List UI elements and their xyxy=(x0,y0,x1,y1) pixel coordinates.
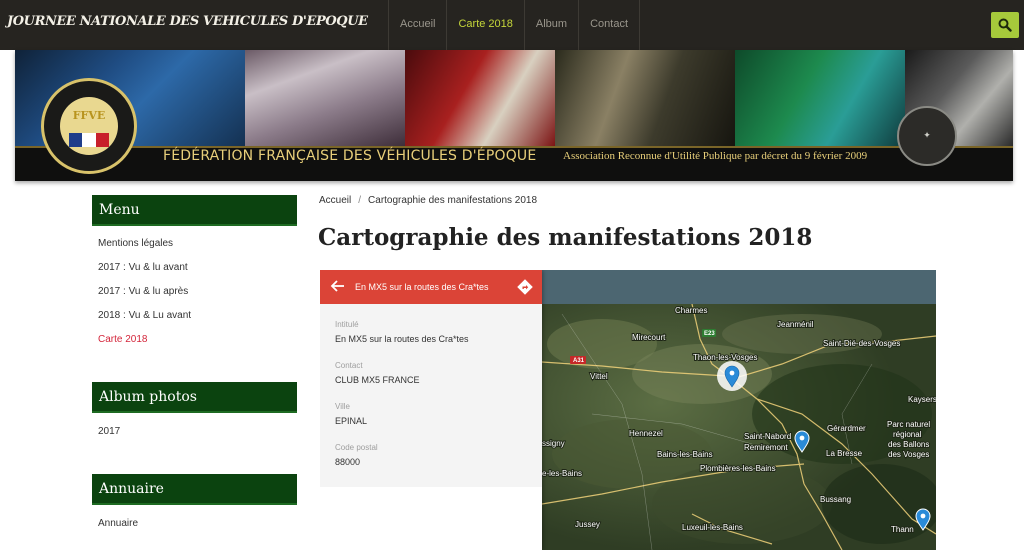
town-partial-ssigny: ssigny xyxy=(542,439,565,448)
field-label-contact: Contact xyxy=(335,361,363,370)
sidebar-item-2017-vu-lu-apres[interactable]: 2017 : Vu & lu après xyxy=(98,286,188,297)
nav-item-accueil[interactable]: Accueil xyxy=(388,0,446,50)
banner-photo-mascot xyxy=(245,50,405,146)
directions-icon[interactable] xyxy=(516,278,534,296)
town-remiremont: Remiremont xyxy=(744,443,788,452)
event-panel-title: En MX5 sur la routes des Cra*tes xyxy=(355,282,489,292)
park-label-line-2: régional xyxy=(893,430,922,439)
event-panel-body: Intitulé En MX5 sur la routes des Cra*te… xyxy=(320,304,542,487)
field-label-ville: Ville xyxy=(335,402,350,411)
main-nav: Accueil Carte 2018 Album Contact xyxy=(388,0,641,50)
field-value-code-postal: 88000 xyxy=(335,457,361,467)
site-title[interactable]: JOURNEE NATIONALE DES VEHICULES D'EPOQUE xyxy=(7,14,368,29)
page-title: Cartographie des manifestations 2018 xyxy=(318,224,813,251)
map-canvas[interactable]: Charmes Jeanménil E23 Mirecourt Saint-Di… xyxy=(542,304,936,550)
sidebar-item-album-2017[interactable]: 2017 xyxy=(98,426,120,437)
road-label-e23: E23 xyxy=(704,331,715,337)
sidebar-menu-title: Menu xyxy=(92,195,297,226)
top-navbar: JOURNEE NATIONALE DES VEHICULES D'EPOQUE… xyxy=(0,0,1024,50)
field-label-code-postal: Code postal xyxy=(335,443,378,452)
flag-icon xyxy=(69,133,109,147)
breadcrumb-current: Cartographie des manifestations 2018 xyxy=(368,195,538,206)
ffve-logo: FFVE xyxy=(41,78,137,174)
sidebar-item-carte-2018[interactable]: Carte 2018 xyxy=(98,334,147,345)
sidebar-annuaire-title: Annuaire xyxy=(92,474,297,505)
field-value-ville: EPINAL xyxy=(335,416,368,426)
town-mirecourt: Mirecourt xyxy=(632,333,666,342)
banner-photo-green-car xyxy=(735,50,905,146)
nav-item-carte-2018[interactable]: Carte 2018 xyxy=(446,0,523,50)
sidebar-item-annuaire[interactable]: Annuaire xyxy=(98,518,138,529)
logo-emblem: FFVE xyxy=(60,97,118,155)
search-icon xyxy=(998,18,1012,32)
field-value-intitule: En MX5 sur la routes des Cra*tes xyxy=(335,334,469,344)
map-marker-epinal-selected[interactable] xyxy=(717,361,747,391)
search-button[interactable] xyxy=(991,12,1019,38)
nav-item-contact[interactable]: Contact xyxy=(578,0,641,50)
park-label-line-1: Parc naturel xyxy=(887,420,930,429)
sidebar-album-title: Album photos xyxy=(92,382,297,413)
field-value-contact: CLUB MX5 FRANCE xyxy=(335,375,420,385)
event-detail-panel: En MX5 sur la routes des Cra*tes Intitul… xyxy=(320,270,542,550)
town-saint-nabord: Saint-Nabord xyxy=(744,432,791,441)
town-jeanmenil: Jeanménil xyxy=(777,320,814,329)
road-label-a31: A31 xyxy=(573,358,585,364)
nav-item-album[interactable]: Album xyxy=(523,0,578,50)
sidebar-item-mentions-legales[interactable]: Mentions légales xyxy=(98,238,173,249)
event-panel-header: En MX5 sur la routes des Cra*tes xyxy=(320,270,542,304)
breadcrumb-separator: / xyxy=(358,195,362,206)
town-vittel: Vittel xyxy=(590,372,608,381)
federation-subtitle: Association Reconnue d'Utilité Publique … xyxy=(563,150,868,162)
utilite-publique-seal: ✦ xyxy=(897,106,957,166)
town-luxeuil: Luxeuil-les-Bains xyxy=(682,523,743,532)
town-kaysers: Kaysers xyxy=(908,395,936,404)
sidebar-item-2018-vu-lu-avant[interactable]: 2018 : Vu & Lu avant xyxy=(98,310,191,321)
town-thaon: Thaon-les-Vosges xyxy=(693,353,757,362)
town-partial-les-bains: e-les-Bains xyxy=(542,469,582,478)
back-arrow-icon[interactable] xyxy=(329,277,347,295)
town-la-bresse: La Bresse xyxy=(826,449,863,458)
park-label-line-4: des Vosges xyxy=(888,450,929,459)
town-saint-die: Saint-Dié-des-Vosges xyxy=(823,339,900,348)
park-label-line-3: des Ballons xyxy=(888,440,929,449)
seal-glyph: ✦ xyxy=(923,131,931,141)
town-bains-les-bains: Bains-les-Bains xyxy=(657,450,713,459)
logo-text: FFVE xyxy=(72,109,106,122)
breadcrumb: Accueil / Cartographie des manifestations … xyxy=(319,195,537,206)
federation-name: FÉDÉRATION FRANÇAISE DES VÉHICULES D'ÉPO… xyxy=(163,148,537,164)
town-gerardmer: Gérardmer xyxy=(827,424,866,433)
federation-banner: FÉDÉRATION FRANÇAISE DES VÉHICULES D'ÉPO… xyxy=(15,50,1013,181)
banner-photo-motorcycle xyxy=(555,50,735,146)
town-thann: Thann xyxy=(891,525,914,534)
satellite-map[interactable]: Charmes Jeanménil E23 Mirecourt Saint-Di… xyxy=(542,304,936,550)
town-bussang: Bussang xyxy=(820,495,851,504)
map-widget: Charmes Jeanménil E23 Mirecourt Saint-Di… xyxy=(320,270,936,550)
banner-photo-red-car xyxy=(405,50,555,146)
town-plombieres: Plombières-les-Bains xyxy=(700,464,776,473)
town-charmes: Charmes xyxy=(675,306,707,315)
town-jussey: Jussey xyxy=(575,520,600,529)
breadcrumb-home[interactable]: Accueil xyxy=(319,195,351,206)
field-label-intitule: Intitulé xyxy=(335,320,359,329)
sidebar-item-2017-vu-lu-avant[interactable]: 2017 : Vu & lu avant xyxy=(98,262,188,273)
town-hennezel: Hennezel xyxy=(629,429,663,438)
banner-photos xyxy=(15,50,1013,146)
